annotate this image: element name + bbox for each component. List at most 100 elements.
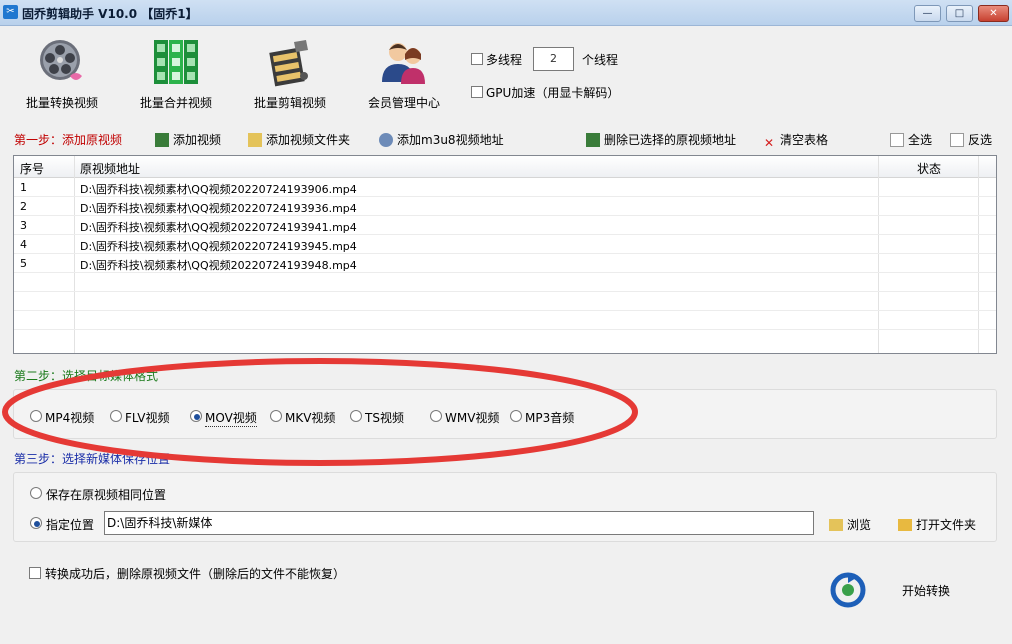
format-label: MP3音频: [525, 411, 575, 425]
video-table[interactable]: 序号 原视频地址 状态 1 D:\固乔科技\视频素材\QQ视频202207241…: [13, 155, 997, 354]
table-row[interactable]: 2 D:\固乔科技\视频素材\QQ视频20220724193936.mp4: [14, 197, 996, 216]
empty-row: [14, 273, 996, 292]
delete-selected-button[interactable]: 删除已选择的原视频地址: [586, 131, 736, 148]
row-index: 2: [20, 200, 27, 213]
radio-button[interactable]: [30, 487, 42, 499]
film-reel-icon: [40, 40, 82, 80]
row-path: D:\固乔科技\视频素材\QQ视频20220724193948.mp4: [80, 259, 357, 272]
custom-location-label: 指定位置: [46, 518, 95, 532]
multithread-label: 多线程: [486, 53, 523, 67]
format-option-mp3[interactable]: MP3音频: [510, 409, 590, 425]
gpu-label: GPU加速（用显卡解码）: [486, 86, 620, 100]
users-icon: [382, 43, 425, 84]
radio-button[interactable]: [110, 410, 122, 422]
radio-button[interactable]: [510, 410, 522, 422]
start-convert-button[interactable]: 开始转换: [902, 582, 950, 599]
add-video-icon: [155, 133, 169, 147]
format-label: MP4视频: [45, 411, 95, 425]
add-video-label: 添加视频: [173, 133, 222, 147]
radio-button-selected[interactable]: [30, 517, 42, 529]
add-video-button[interactable]: 添加视频: [155, 131, 221, 148]
invert-select-icon: [950, 133, 964, 147]
row-index: 1: [20, 181, 27, 194]
clapper-icon: [269, 40, 308, 87]
add-folder-label: 添加视频文件夹: [266, 133, 351, 147]
step2-title: 第二步：选择目标媒体格式: [14, 369, 159, 383]
gpu-checkbox[interactable]: [471, 86, 483, 98]
add-folder-button[interactable]: 添加视频文件夹: [248, 131, 350, 148]
tool-batch-cut[interactable]: 批量剪辑视频: [240, 28, 340, 118]
minimize-button[interactable]: —: [914, 5, 941, 22]
invert-select-button[interactable]: 反选: [950, 131, 992, 148]
app-logo-icon: ✂: [3, 5, 18, 19]
format-option-ts[interactable]: TS视频: [350, 409, 430, 425]
row-path: D:\固乔科技\视频素材\QQ视频20220724193906.mp4: [80, 183, 357, 196]
red-x-icon: ✕: [763, 136, 775, 150]
row-index: 4: [20, 238, 27, 251]
save-same-location-option[interactable]: 保存在原视频相同位置: [30, 486, 230, 502]
maximize-button[interactable]: □: [946, 5, 973, 22]
tool-label: 批量合并视频: [139, 96, 212, 110]
format-label: MKV视频: [285, 411, 336, 425]
close-button[interactable]: ✕: [978, 5, 1009, 22]
add-m3u8-label: 添加m3u8视频地址: [397, 133, 504, 147]
table-header: 序号 原视频地址 状态: [14, 156, 996, 178]
format-option-flv[interactable]: FLV视频: [110, 409, 190, 425]
format-option-mkv[interactable]: MKV视频: [270, 409, 350, 425]
format-option-mov[interactable]: MOV视频: [190, 409, 270, 427]
open-folder-label: 打开文件夹: [916, 518, 977, 532]
select-all-icon: [890, 133, 904, 147]
format-label: FLV视频: [125, 411, 170, 425]
format-option-mp4[interactable]: MP4视频: [30, 409, 110, 425]
radio-button[interactable]: [30, 410, 42, 422]
add-m3u8-button[interactable]: 添加m3u8视频地址: [379, 131, 504, 148]
same-location-label: 保存在原视频相同位置: [46, 488, 167, 502]
open-folder-button[interactable]: 打开文件夹: [898, 516, 976, 533]
thread-unit-label: 个线程: [582, 53, 619, 67]
start-convert-icon-button[interactable]: [830, 572, 866, 608]
clear-table-button[interactable]: ✕ 清空表格: [762, 131, 828, 150]
row-index: 5: [20, 257, 27, 270]
empty-row: [14, 330, 996, 349]
browse-button[interactable]: 浏览: [829, 516, 871, 533]
folder-add-icon: [248, 133, 262, 147]
column-path-header[interactable]: 原视频地址: [80, 160, 140, 177]
save-path-input[interactable]: D:\固乔科技\新媒体: [104, 511, 814, 535]
save-custom-location-option[interactable]: 指定位置: [30, 516, 100, 532]
invert-select-label: 反选: [968, 133, 993, 147]
table-row[interactable]: 3 D:\固乔科技\视频素材\QQ视频20220724193941.mp4: [14, 216, 996, 235]
format-label: MOV视频: [205, 411, 257, 427]
tool-member-center[interactable]: 会员管理中心: [354, 28, 454, 118]
folder-search-icon: [829, 519, 843, 531]
globe-icon: [379, 133, 393, 147]
table-row[interactable]: 1 D:\固乔科技\视频素材\QQ视频20220724193906.mp4: [14, 178, 996, 197]
table-row[interactable]: 5 D:\固乔科技\视频素材\QQ视频20220724193948.mp4: [14, 254, 996, 273]
radio-button[interactable]: [350, 410, 362, 422]
browse-label: 浏览: [847, 518, 872, 532]
tool-batch-convert[interactable]: 批量转换视频: [12, 28, 112, 118]
tool-label: 批量转换视频: [25, 96, 98, 110]
multithread-checkbox[interactable]: [471, 53, 483, 65]
empty-row: [14, 292, 996, 311]
refresh-icon: [830, 572, 866, 608]
radio-button[interactable]: [270, 410, 282, 422]
radio-button-selected[interactable]: [190, 410, 202, 422]
step3-title: 第三步：选择新媒体保存位置: [14, 452, 171, 466]
thread-count-input[interactable]: 2: [533, 47, 574, 71]
delete-after-checkbox[interactable]: [29, 567, 41, 579]
tool-batch-merge[interactable]: 批量合并视频: [126, 28, 226, 118]
delete-after-label: 转换成功后，删除原视频文件（删除后的文件不能恢复）: [45, 567, 346, 581]
row-path: D:\固乔科技\视频素材\QQ视频20220724193936.mp4: [80, 202, 357, 215]
clear-table-label: 清空表格: [780, 133, 829, 147]
select-all-label: 全选: [908, 133, 933, 147]
format-option-wmv[interactable]: WMV视频: [430, 409, 510, 425]
column-index-header[interactable]: 序号: [20, 160, 44, 177]
row-path: D:\固乔科技\视频素材\QQ视频20220724193941.mp4: [80, 221, 357, 234]
select-all-button[interactable]: 全选: [890, 131, 932, 148]
radio-button[interactable]: [430, 410, 442, 422]
row-path: D:\固乔科技\视频素材\QQ视频20220724193945.mp4: [80, 240, 357, 253]
column-status-header[interactable]: 状态: [917, 160, 941, 177]
empty-row: [14, 311, 996, 330]
tool-label: 批量剪辑视频: [253, 96, 326, 110]
table-row[interactable]: 4 D:\固乔科技\视频素材\QQ视频20220724193945.mp4: [14, 235, 996, 254]
